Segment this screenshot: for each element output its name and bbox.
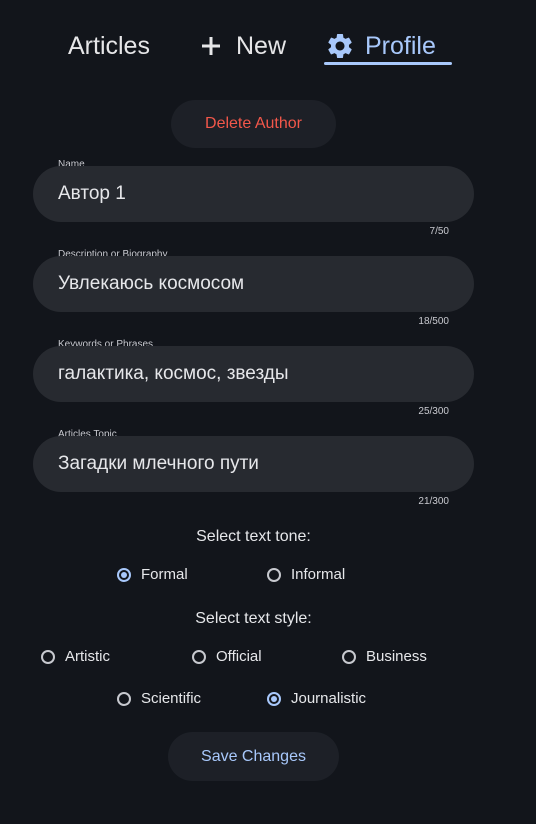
style-radio-journalistic[interactable]: Journalistic xyxy=(267,690,366,707)
radio-checked-icon xyxy=(117,567,131,582)
style-option-label: Business xyxy=(366,648,427,665)
tab-articles-label: Articles xyxy=(68,31,150,60)
delete-author-label: Delete Author xyxy=(205,115,302,132)
style-radio-artistic[interactable]: Artistic xyxy=(41,648,110,665)
tone-option-label: Formal xyxy=(141,566,188,583)
tone-radio-formal[interactable]: Formal xyxy=(117,566,188,583)
plus-icon xyxy=(196,31,226,61)
save-changes-button[interactable]: Save Changes xyxy=(168,732,339,781)
style-radio-business[interactable]: Business xyxy=(342,648,427,665)
keywords-input[interactable]: галактика, космос, звезды xyxy=(33,346,474,402)
keywords-char-counter: 25/300 xyxy=(418,406,449,417)
tone-radio-informal[interactable]: Informal xyxy=(267,566,345,583)
style-option-label: Artistic xyxy=(65,648,110,665)
name-input-value: Автор 1 xyxy=(58,183,126,204)
active-tab-indicator xyxy=(324,62,452,65)
style-radio-official[interactable]: Official xyxy=(192,648,262,665)
radio-unchecked-icon xyxy=(192,649,206,664)
top-navigation: Articles New Profile xyxy=(0,26,536,68)
tab-profile-label: Profile xyxy=(365,31,436,60)
tab-profile[interactable]: Profile xyxy=(325,26,436,66)
description-input[interactable]: Увлекаюсь космосом xyxy=(33,256,474,312)
save-changes-label: Save Changes xyxy=(201,747,306,765)
radio-checked-icon xyxy=(267,691,281,706)
style-section-title: Select text style: xyxy=(195,610,312,627)
radio-unchecked-icon xyxy=(41,649,55,664)
topic-input-value: Загадки млечного пути xyxy=(58,453,259,474)
radio-unchecked-icon xyxy=(117,691,131,706)
tab-new-label: New xyxy=(236,31,287,60)
tone-section-title: Select text tone: xyxy=(196,528,311,545)
topic-input[interactable]: Загадки млечного пути xyxy=(33,436,474,492)
style-option-label: Official xyxy=(216,648,262,665)
radio-unchecked-icon xyxy=(342,649,356,664)
tab-articles[interactable]: Articles xyxy=(68,26,150,66)
style-radio-scientific[interactable]: Scientific xyxy=(117,690,201,707)
radio-unchecked-icon xyxy=(267,567,281,582)
description-input-value: Увлекаюсь космосом xyxy=(58,273,245,294)
name-char-counter: 7/50 xyxy=(429,226,449,237)
tone-option-label: Informal xyxy=(291,566,346,583)
keywords-input-value: галактика, космос, звезды xyxy=(58,363,289,384)
description-char-counter: 18/500 xyxy=(418,316,449,327)
topic-char-counter: 21/300 xyxy=(418,496,449,507)
gear-icon xyxy=(325,31,355,61)
style-option-label: Scientific xyxy=(141,690,202,707)
name-input[interactable]: Автор 1 xyxy=(33,166,474,222)
delete-author-button[interactable]: Delete Author xyxy=(171,100,336,148)
style-option-label: Journalistic xyxy=(291,690,367,707)
tab-new[interactable]: New xyxy=(196,26,286,66)
